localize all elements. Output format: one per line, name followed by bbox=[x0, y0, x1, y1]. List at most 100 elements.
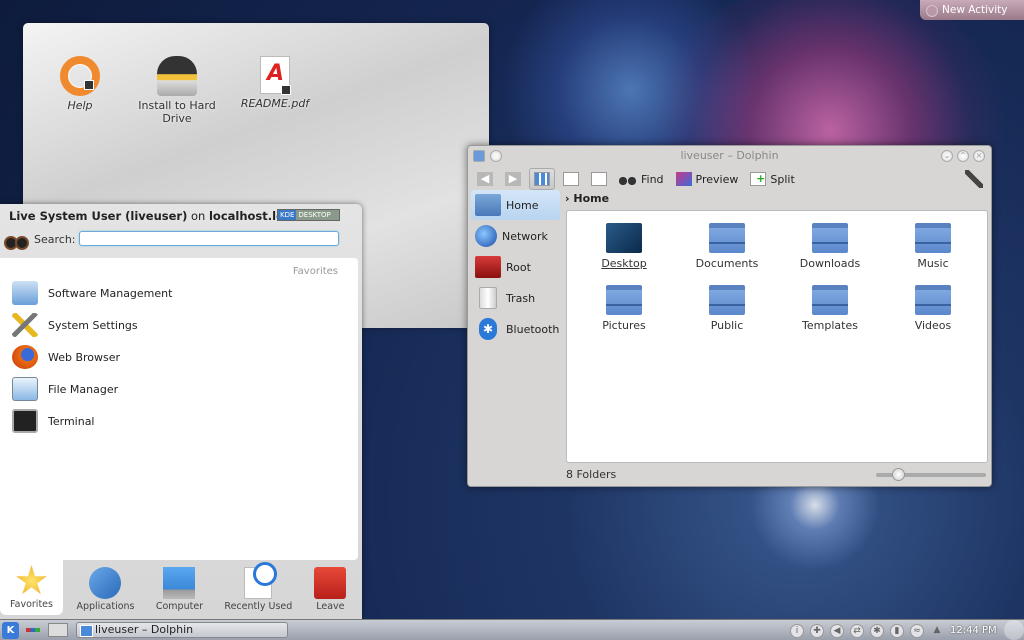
kde-menu-button[interactable]: K bbox=[2, 622, 19, 639]
back-arrow-icon: ◀ bbox=[477, 172, 493, 186]
bluetooth-icon: ✱ bbox=[479, 318, 497, 340]
volume-icon[interactable]: ◀ bbox=[830, 623, 844, 638]
info-icon[interactable]: i bbox=[790, 623, 804, 638]
favorite-terminal[interactable]: Terminal bbox=[12, 406, 342, 436]
task-dolphin[interactable]: liveuser – Dolphin bbox=[76, 622, 288, 638]
configure-tools-icon[interactable] bbox=[965, 170, 983, 188]
search-label: Search: bbox=[34, 233, 76, 246]
system-tray: i ✚ ◀ ⇄ ✱ ▮ ≈ ▲ 12:44 PM bbox=[790, 622, 997, 639]
dashboard-cashew-icon[interactable] bbox=[1004, 620, 1024, 640]
close-button[interactable]: × bbox=[973, 150, 985, 162]
usb-icon[interactable]: ⇄ bbox=[850, 623, 864, 638]
kde-desktop-badge: KDE DESKTOP bbox=[277, 209, 340, 221]
folder-icon bbox=[915, 223, 951, 253]
star-icon bbox=[16, 565, 47, 595]
compact-view-icon bbox=[563, 172, 579, 186]
trash-icon bbox=[479, 287, 497, 309]
lifebuoy-icon bbox=[60, 56, 100, 96]
split-button[interactable]: + Split bbox=[746, 168, 798, 190]
favorite-software-management[interactable]: Software Management bbox=[12, 278, 342, 308]
favorite-system-settings[interactable]: System Settings bbox=[12, 310, 342, 340]
place-home[interactable]: Home bbox=[471, 190, 560, 220]
search-input[interactable] bbox=[79, 231, 339, 246]
power-icon bbox=[314, 567, 347, 599]
binoculars-icon bbox=[4, 226, 29, 252]
bluetooth-icon[interactable]: ✱ bbox=[870, 623, 884, 638]
favorite-file-manager[interactable]: File Manager bbox=[12, 374, 342, 404]
places-panel: Home Network Root Trash ✱ Bluetooth bbox=[471, 190, 560, 482]
find-button[interactable]: Find bbox=[615, 168, 668, 190]
wifi-icon[interactable]: ≈ bbox=[910, 623, 924, 638]
place-trash[interactable]: Trash bbox=[471, 283, 560, 313]
file-item-music[interactable]: Music bbox=[888, 223, 978, 270]
forward-arrow-icon: ▶ bbox=[505, 172, 521, 186]
pager[interactable] bbox=[48, 623, 68, 637]
kmix-icon[interactable]: ✚ bbox=[810, 623, 824, 638]
folder-icon bbox=[709, 223, 745, 253]
favorites-panel: Favorites Software Management System Set… bbox=[0, 258, 358, 560]
home-folder-icon bbox=[475, 194, 501, 216]
window-title: liveuser – Dolphin bbox=[680, 149, 779, 162]
computer-icon bbox=[163, 567, 196, 599]
dolphin-toolbar: ◀ ▶ Find Preview + Split bbox=[468, 166, 991, 192]
minimize-button[interactable]: ⌄ bbox=[941, 150, 953, 162]
firefox-icon bbox=[12, 345, 38, 369]
desktop-icon-help[interactable]: Help bbox=[35, 56, 125, 112]
tab-recently-used[interactable]: Recently Used bbox=[218, 562, 299, 617]
preview-button[interactable]: Preview bbox=[672, 168, 743, 190]
tab-favorites[interactable]: Favorites bbox=[0, 560, 64, 615]
zoom-slider-knob[interactable] bbox=[892, 468, 905, 481]
desktop-icon-install[interactable]: Install to Hard Drive bbox=[132, 56, 222, 125]
file-item-videos[interactable]: Videos bbox=[888, 285, 978, 332]
tux-install-icon bbox=[157, 56, 197, 96]
file-item-desktop[interactable]: Desktop bbox=[579, 223, 669, 270]
activities-icon[interactable] bbox=[26, 628, 40, 632]
status-text: 8 Folders bbox=[566, 468, 617, 481]
pdf-icon bbox=[260, 56, 291, 95]
binoculars-icon bbox=[619, 173, 637, 185]
maximize-button[interactable]: ⌃ bbox=[957, 150, 969, 162]
dolphin-window: liveuser – Dolphin ⌄ ⌃ × ◀ ▶ Find Previe… bbox=[467, 145, 992, 487]
battery-icon[interactable]: ▮ bbox=[890, 623, 904, 638]
breadcrumb[interactable]: › Home bbox=[565, 192, 609, 205]
tab-leave[interactable]: Leave bbox=[306, 562, 355, 617]
folder-icon bbox=[709, 285, 745, 315]
tab-applications[interactable]: Applications bbox=[70, 562, 141, 617]
file-manager-icon bbox=[12, 377, 38, 401]
new-activity-button[interactable]: New Activity bbox=[920, 0, 1024, 20]
kickoff-tabs: Favorites Applications Computer Recently… bbox=[0, 560, 362, 619]
back-button[interactable]: ◀ bbox=[473, 168, 497, 190]
file-item-public[interactable]: Public bbox=[682, 285, 772, 332]
tray-expand-icon[interactable]: ▲ bbox=[930, 624, 944, 638]
place-root[interactable]: Root bbox=[471, 252, 560, 282]
terminal-icon bbox=[12, 409, 38, 433]
system-settings-icon bbox=[12, 313, 38, 337]
clock[interactable]: 12:44 PM bbox=[950, 625, 997, 636]
place-bluetooth[interactable]: ✱ Bluetooth bbox=[471, 314, 560, 344]
desktop-folder-icon bbox=[606, 223, 642, 253]
kickoff-user-header: Live System User (liveuser) on localhost… bbox=[9, 209, 279, 223]
file-item-downloads[interactable]: Downloads bbox=[785, 223, 875, 270]
forward-button[interactable]: ▶ bbox=[501, 168, 525, 190]
compact-view-button[interactable] bbox=[559, 168, 583, 190]
network-icon bbox=[475, 225, 497, 247]
folder-icon bbox=[812, 223, 848, 253]
favorite-web-browser[interactable]: Web Browser bbox=[12, 342, 342, 372]
desktop-icon-readme[interactable]: README.pdf bbox=[230, 56, 320, 110]
details-view-button[interactable] bbox=[587, 168, 611, 190]
file-item-documents[interactable]: Documents bbox=[682, 223, 772, 270]
root-folder-icon bbox=[475, 256, 501, 278]
tab-computer[interactable]: Computer bbox=[148, 562, 211, 617]
applications-icon bbox=[89, 567, 122, 599]
details-view-icon bbox=[591, 172, 607, 186]
place-network[interactable]: Network bbox=[471, 221, 560, 251]
recently-used-icon bbox=[244, 562, 278, 599]
icons-view-icon bbox=[534, 172, 550, 186]
file-item-templates[interactable]: Templates bbox=[785, 285, 875, 332]
icons-view-button[interactable] bbox=[529, 168, 555, 190]
zoom-slider[interactable] bbox=[876, 468, 986, 481]
favorites-header: Favorites bbox=[292, 266, 338, 277]
folder-icon bbox=[915, 285, 951, 315]
preview-icon bbox=[675, 172, 692, 186]
file-item-pictures[interactable]: Pictures bbox=[579, 285, 669, 332]
